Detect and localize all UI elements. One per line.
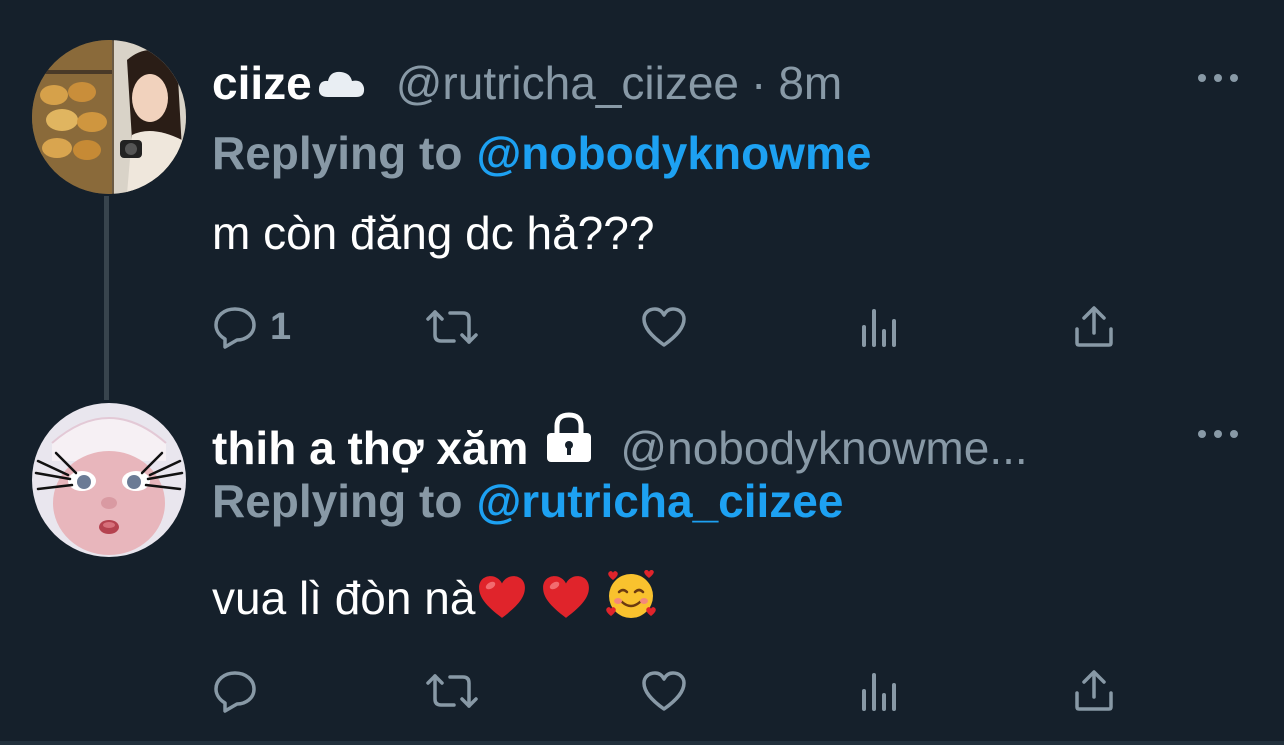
- heart-icon: [642, 671, 686, 711]
- heart-icon: [642, 307, 686, 347]
- analytics-button[interactable]: [860, 666, 902, 716]
- share-icon: [1075, 670, 1113, 711]
- user-handle[interactable]: @nobodyknowme...: [620, 421, 1027, 475]
- tweet-text-line: vua lì đòn nà: [212, 570, 657, 625]
- cloud-icon: [318, 71, 364, 97]
- more-options-icon[interactable]: [1198, 72, 1238, 84]
- share-button[interactable]: [1072, 666, 1116, 716]
- avatar[interactable]: [32, 403, 186, 557]
- more-options-icon[interactable]: [1198, 428, 1238, 440]
- mention-link[interactable]: @rutricha_ciizee: [476, 475, 843, 527]
- replying-to-label: Replying to: [212, 127, 463, 179]
- red-heart-emoji: [479, 576, 526, 618]
- replying-to: Replying to @nobodyknowme: [212, 126, 871, 180]
- red-heart-emoji: [543, 576, 590, 618]
- reply-icon: [214, 307, 256, 349]
- retweet-button[interactable]: [424, 302, 480, 352]
- bakery-photo-avatar: [32, 40, 186, 194]
- share-button[interactable]: [1072, 302, 1116, 352]
- tweet[interactable]: ciize @rutricha_ciizee · 8m Replying to @…: [0, 0, 1284, 400]
- display-name[interactable]: ciize: [212, 56, 312, 110]
- tweet[interactable]: thih a thợ xăm @nobodyknowme... Replying…: [0, 370, 1284, 745]
- reply-button[interactable]: [212, 666, 270, 716]
- reply-icon: [214, 671, 256, 713]
- divider: [0, 741, 1284, 745]
- share-icon: [1075, 306, 1113, 347]
- replying-to: Replying to @rutricha_ciizee: [212, 474, 843, 528]
- analytics-icon: [862, 673, 896, 711]
- replying-to-label: Replying to: [212, 475, 463, 527]
- reply-count: 1: [270, 305, 292, 348]
- like-button[interactable]: [640, 666, 688, 716]
- retweet-icon: [426, 674, 478, 708]
- reply-button[interactable]: 1: [212, 302, 291, 352]
- tweet-header: thih a thợ xăm @nobodyknowme...: [212, 412, 1028, 475]
- lock-icon: [547, 412, 592, 462]
- retweet-icon: [426, 310, 478, 344]
- retweet-button[interactable]: [424, 666, 480, 716]
- tweet-text: vua lì đòn nà: [212, 572, 476, 624]
- tweet-text: m còn đăng dc hả???: [212, 207, 655, 259]
- like-button[interactable]: [640, 302, 688, 352]
- doll-face-avatar: [32, 403, 186, 557]
- mention-link[interactable]: @nobodyknowme: [476, 127, 871, 179]
- separator-dot: ·: [751, 57, 767, 109]
- avatar[interactable]: [32, 40, 186, 194]
- user-handle[interactable]: @rutricha_ciizee: [396, 56, 739, 110]
- display-name[interactable]: thih a thợ xăm: [212, 421, 528, 475]
- analytics-button[interactable]: [860, 302, 902, 352]
- analytics-icon: [862, 309, 896, 347]
- tweet-timestamp[interactable]: 8m: [778, 56, 842, 110]
- smiling-face-with-hearts-emoji: [606, 570, 657, 618]
- tweet-header: ciize @rutricha_ciizee · 8m: [212, 56, 842, 116]
